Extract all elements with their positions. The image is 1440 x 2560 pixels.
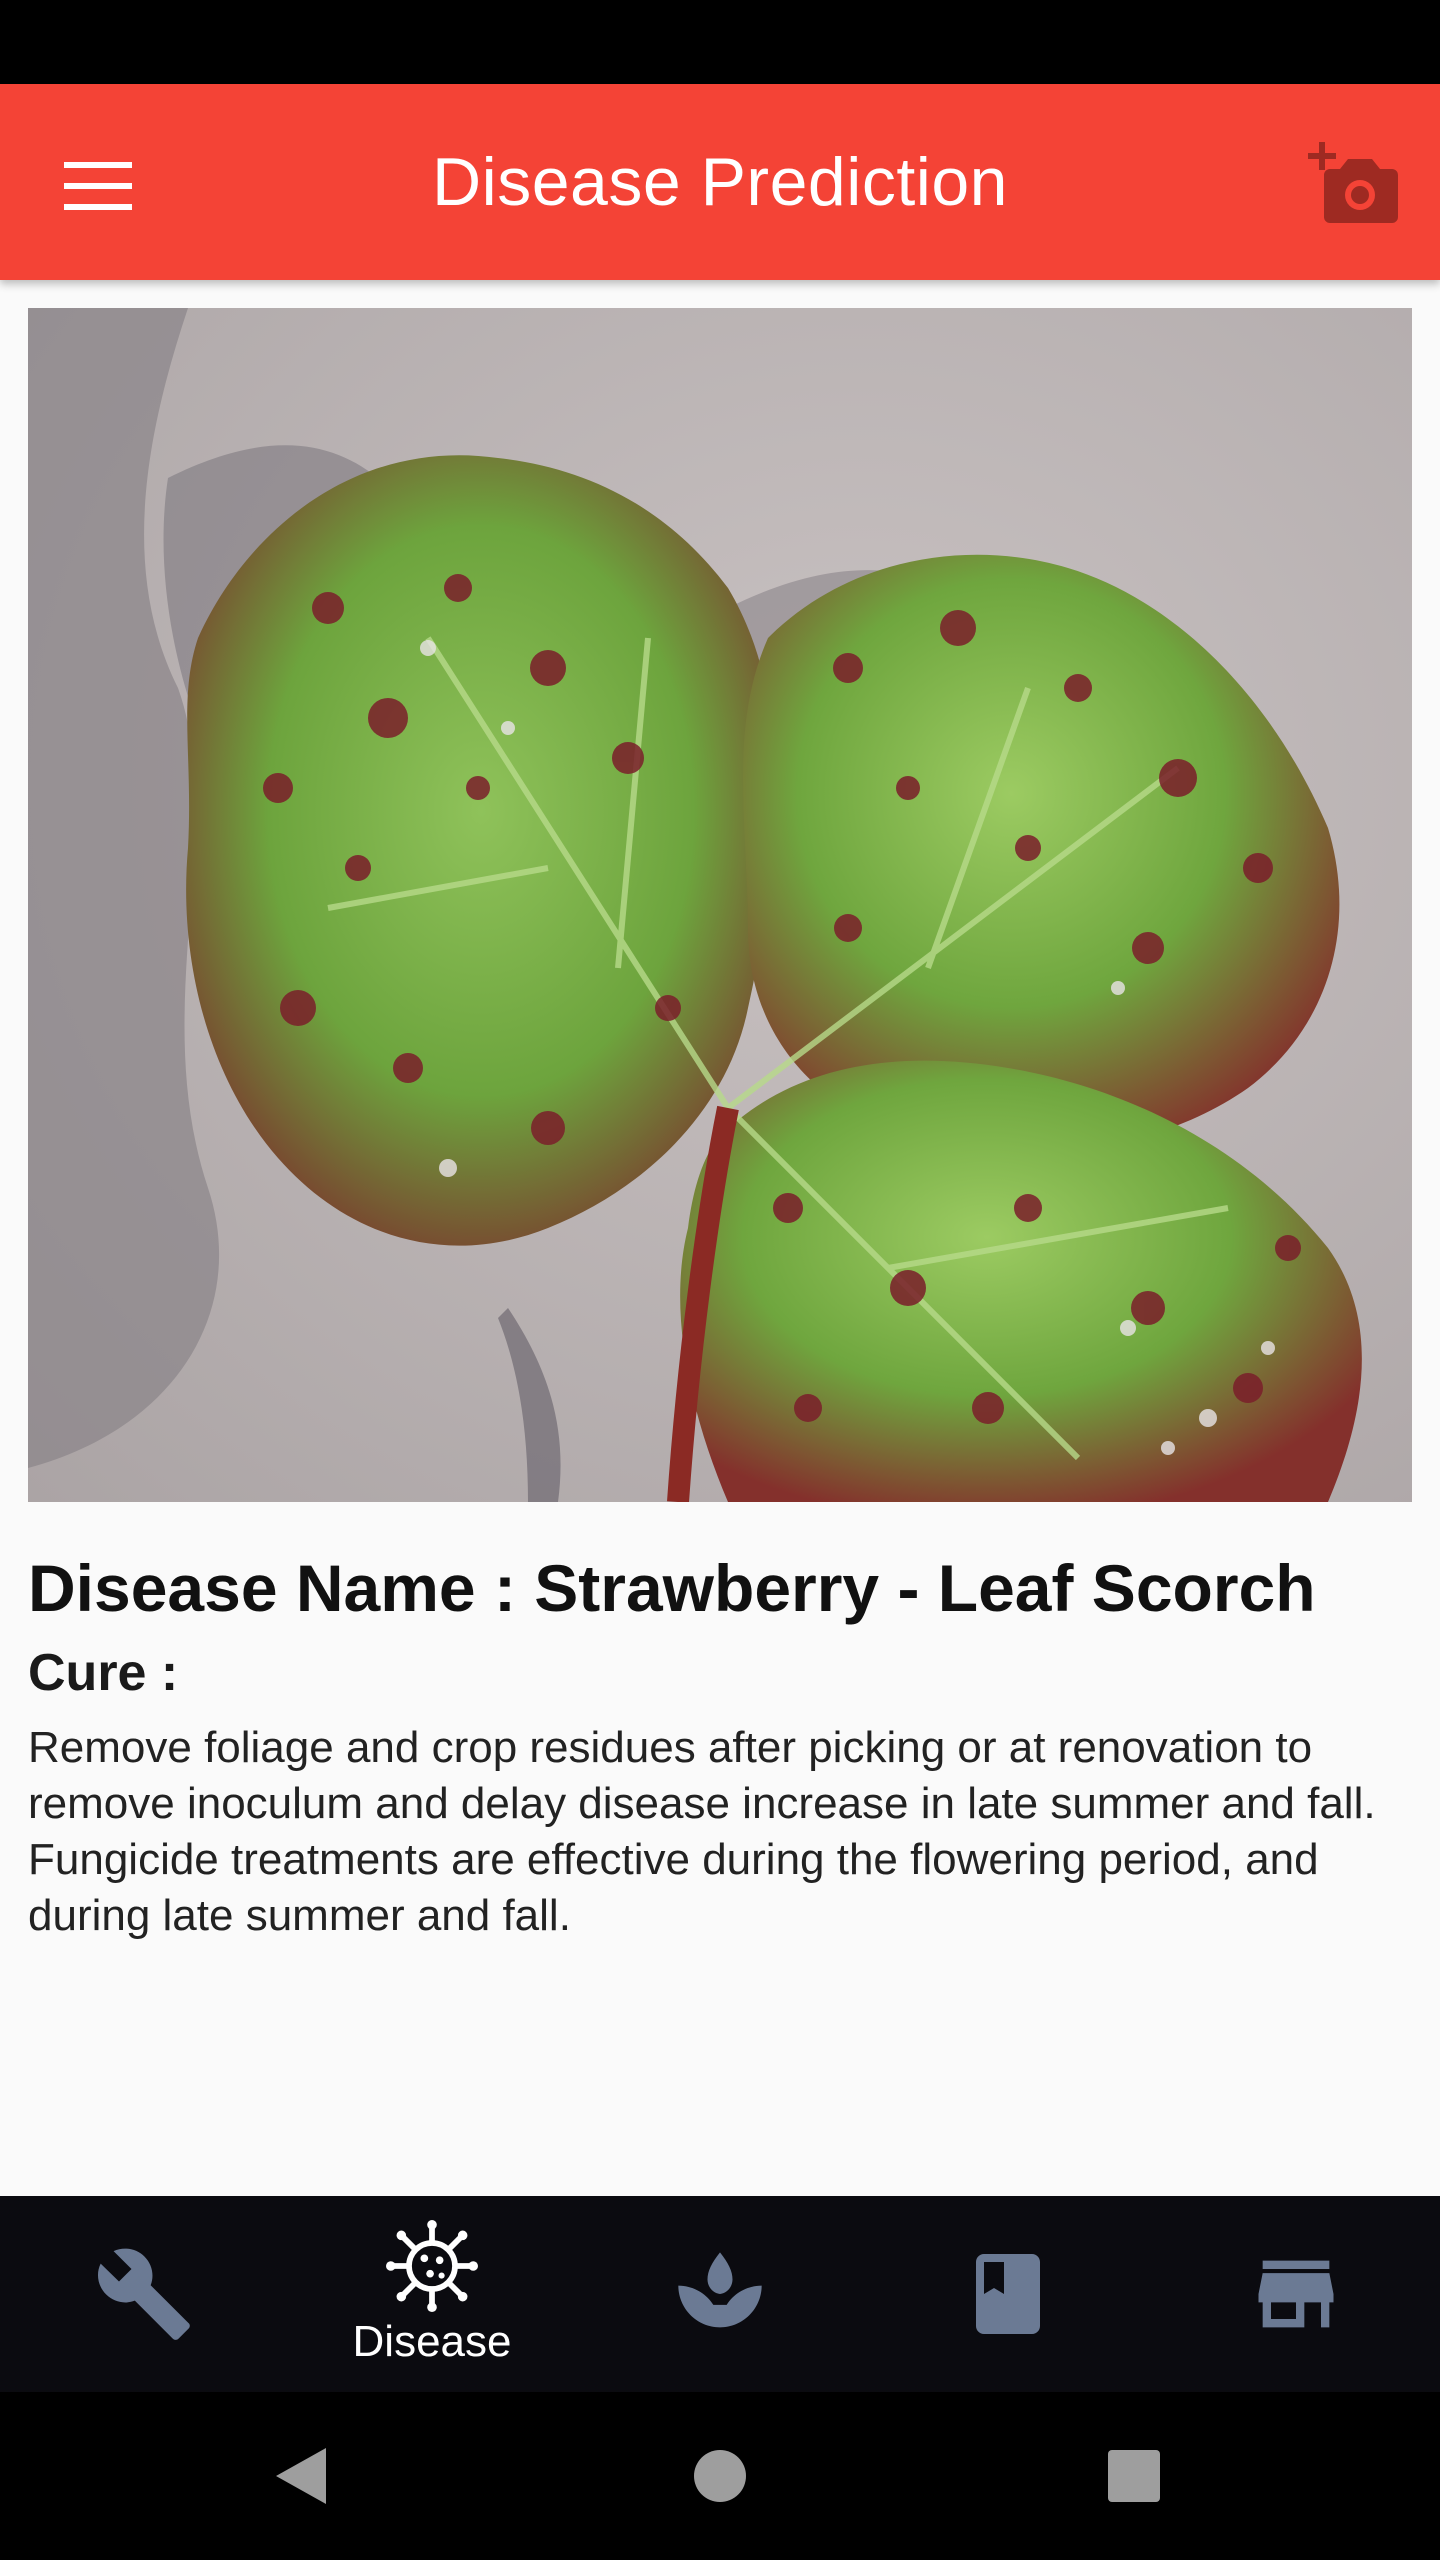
- leaf-photo: [28, 308, 1412, 1502]
- cure-label: Cure :: [28, 1644, 179, 1702]
- nav-item-disease[interactable]: Disease: [288, 2196, 576, 2392]
- nav-item-library[interactable]: [864, 2196, 1152, 2392]
- page-title: Disease Prediction: [432, 144, 1008, 220]
- system-recents-button[interactable]: [1094, 2436, 1174, 2516]
- nav-item-store[interactable]: [1152, 2196, 1440, 2392]
- cure-text: Remove foliage and crop residues after p…: [28, 1723, 1376, 1940]
- bottom-navigation: Disease: [0, 2196, 1440, 2392]
- nav-item-tools[interactable]: [0, 2196, 288, 2392]
- back-icon: [276, 2448, 326, 2504]
- menu-button[interactable]: [56, 144, 140, 228]
- system-back-button[interactable]: [260, 2436, 340, 2516]
- wrench-icon: [97, 2248, 190, 2340]
- add-a-photo-icon: [1308, 142, 1398, 223]
- disease-name: Disease Name : Strawberry - Leaf Scorch: [28, 1551, 1316, 1625]
- nav-label-disease: Disease: [352, 2317, 512, 2366]
- app-bar: Disease Prediction: [0, 84, 1440, 280]
- system-home-button[interactable]: [680, 2436, 760, 2516]
- recents-icon: [1108, 2450, 1160, 2502]
- add-photo-button[interactable]: [1300, 138, 1400, 228]
- system-navigation-bar: [0, 2392, 1440, 2560]
- hamburger-menu-icon: [64, 162, 132, 210]
- status-bar: [0, 0, 1440, 84]
- home-icon: [694, 2450, 746, 2502]
- nav-item-crops[interactable]: [576, 2196, 864, 2392]
- disease-details: Disease Name : Strawberry - Leaf Scorch …: [28, 1540, 1412, 1944]
- store-icon: [1258, 2260, 1334, 2328]
- book-icon: [976, 2254, 1040, 2334]
- virus-icon: [386, 2220, 478, 2312]
- sprout-icon: [678, 2252, 762, 2328]
